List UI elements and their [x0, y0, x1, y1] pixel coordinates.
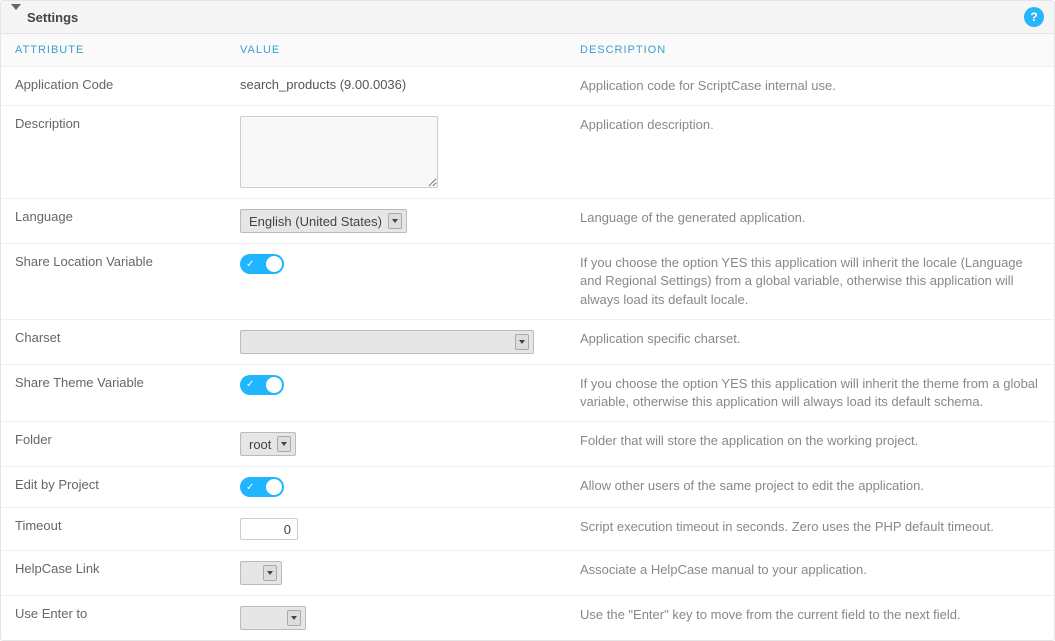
- column-header-attribute: ATTRIBUTE: [1, 34, 226, 66]
- desc-edit-by-project: Allow other users of the same project to…: [566, 467, 1054, 505]
- edit-by-project-toggle[interactable]: ✓: [240, 477, 284, 497]
- label-application-code: Application Code: [1, 67, 226, 102]
- column-header-description: DESCRIPTION: [566, 34, 1054, 66]
- timeout-input[interactable]: [240, 518, 298, 540]
- row-edit-by-project: Edit by Project ✓ Allow other users of t…: [1, 467, 1054, 508]
- value-application-code: search_products (9.00.0036): [226, 67, 566, 102]
- desc-helpcase: Associate a HelpCase manual to your appl…: [566, 551, 1054, 589]
- chevron-down-icon: [263, 565, 277, 581]
- desc-share-location: If you choose the option YES this applic…: [566, 244, 1054, 319]
- row-folder: Folder root Folder that will store the a…: [1, 422, 1054, 467]
- label-description: Description: [1, 106, 226, 141]
- label-timeout: Timeout: [1, 508, 226, 543]
- panel-header-left: Settings: [11, 10, 78, 25]
- panel-header: Settings ?: [1, 1, 1054, 34]
- desc-use-enter: Use the "Enter" key to move from the cur…: [566, 596, 1054, 634]
- check-icon: ✓: [246, 379, 254, 390]
- label-use-enter: Use Enter to: [1, 596, 226, 631]
- label-edit-by-project: Edit by Project: [1, 467, 226, 502]
- row-charset: Charset Application specific charset.: [1, 320, 1054, 365]
- chevron-down-icon: [287, 610, 301, 626]
- desc-language: Language of the generated application.: [566, 199, 1054, 237]
- row-language: Language English (United States) Languag…: [1, 199, 1054, 244]
- desc-application-code: Application code for ScriptCase internal…: [566, 67, 1054, 105]
- row-share-theme: Share Theme Variable ✓ If you choose the…: [1, 365, 1054, 422]
- chevron-down-icon: [515, 334, 529, 350]
- desc-charset: Application specific charset.: [566, 320, 1054, 358]
- check-icon: ✓: [246, 482, 254, 493]
- toggle-knob: [266, 256, 282, 272]
- settings-panel: Settings ? ATTRIBUTE VALUE DESCRIPTION A…: [0, 0, 1055, 641]
- language-select[interactable]: English (United States): [240, 209, 407, 233]
- chevron-down-icon: [277, 436, 291, 452]
- row-description: Description Application description.: [1, 106, 1054, 199]
- row-share-location: Share Location Variable ✓ If you choose …: [1, 244, 1054, 320]
- label-helpcase: HelpCase Link: [1, 551, 226, 586]
- language-select-value: English (United States): [249, 214, 382, 229]
- toggle-knob: [266, 377, 282, 393]
- folder-select-value: root: [249, 437, 271, 452]
- label-charset: Charset: [1, 320, 226, 355]
- check-icon: ✓: [246, 259, 254, 270]
- charset-select[interactable]: [240, 330, 534, 354]
- label-share-location: Share Location Variable: [1, 244, 226, 279]
- column-header-value: VALUE: [226, 34, 566, 66]
- column-headers: ATTRIBUTE VALUE DESCRIPTION: [1, 34, 1054, 67]
- collapse-toggle-icon[interactable]: [11, 10, 21, 25]
- row-helpcase: HelpCase Link Associate a HelpCase manua…: [1, 551, 1054, 596]
- desc-timeout: Script execution timeout in seconds. Zer…: [566, 508, 1054, 546]
- chevron-down-icon: [388, 213, 402, 229]
- share-location-toggle[interactable]: ✓: [240, 254, 284, 274]
- row-timeout: Timeout Script execution timeout in seco…: [1, 508, 1054, 551]
- desc-share-theme: If you choose the option YES this applic…: [566, 365, 1054, 421]
- desc-description: Application description.: [566, 106, 1054, 144]
- share-theme-toggle[interactable]: ✓: [240, 375, 284, 395]
- label-language: Language: [1, 199, 226, 234]
- label-share-theme: Share Theme Variable: [1, 365, 226, 400]
- folder-select[interactable]: root: [240, 432, 296, 456]
- panel-title: Settings: [27, 10, 78, 25]
- toggle-knob: [266, 479, 282, 495]
- use-enter-select[interactable]: [240, 606, 306, 630]
- row-use-enter: Use Enter to Use the "Enter" key to move…: [1, 596, 1054, 640]
- helpcase-select[interactable]: [240, 561, 282, 585]
- label-folder: Folder: [1, 422, 226, 457]
- desc-folder: Folder that will store the application o…: [566, 422, 1054, 460]
- description-textarea[interactable]: [240, 116, 438, 188]
- help-icon[interactable]: ?: [1024, 7, 1044, 27]
- row-application-code: Application Code search_products (9.00.0…: [1, 67, 1054, 106]
